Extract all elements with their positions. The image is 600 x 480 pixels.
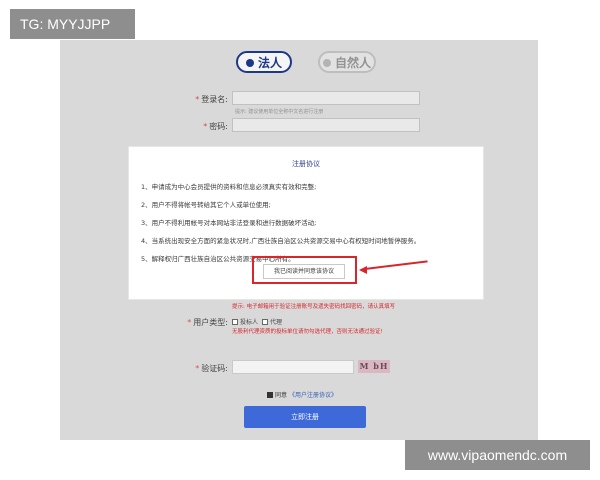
user-type-option-bidder[interactable]: 投标人: [232, 317, 258, 326]
agreement-clause: 2、用户不得将帐号转给其它个人或单位使用;: [141, 201, 271, 209]
site-watermark-badge: www.vipaomendc.com: [405, 440, 590, 470]
agree-text: 同意: [275, 392, 288, 399]
annotation-arrow-icon: [359, 266, 367, 274]
terms-link[interactable]: 《用户注册协议》: [289, 392, 337, 399]
tg-watermark-badge: TG: MYYJJPP: [10, 9, 135, 39]
checkbox-icon: [262, 319, 268, 325]
agent-warning-text: 无股利代理资质的投标单位请勿勾选代理，否则无法通过验证!: [232, 329, 383, 335]
agreement-clause: 3、用户不得利用帐号对本网站非法登录和进行数据破坏活动;: [141, 219, 317, 227]
agreement-clause: 4、当系统出现安全方面的紧急状况时,广西壮族自治区公共资源交易中心有权短时间地暂…: [141, 237, 421, 245]
annotation-highlight-box: [252, 256, 357, 284]
checkbox-checked-icon[interactable]: [267, 392, 273, 398]
register-submit-button[interactable]: 立即注册: [244, 406, 366, 428]
captcha-label: * 验证码:: [195, 364, 228, 373]
captcha-image[interactable]: M bH: [358, 360, 390, 373]
email-warning-text: 提示: 电子邮箱用于验证注册账号及遗失密码找回密码，请认真填写: [232, 304, 396, 310]
terms-agreement-row[interactable]: 同意 《用户注册协议》: [267, 390, 337, 399]
agreement-clause: 1、申请成为中心会员提供的资料和信息必须真实有效和完整;: [141, 183, 317, 191]
captcha-input[interactable]: [232, 360, 354, 374]
checkbox-icon: [232, 319, 238, 325]
required-asterisk: *: [195, 364, 200, 373]
required-asterisk: *: [187, 318, 192, 327]
modal-title: 注册协议: [292, 160, 320, 168]
user-type-label: * 用户类型:: [187, 318, 228, 327]
user-type-option-agent[interactable]: 代理: [262, 317, 282, 326]
